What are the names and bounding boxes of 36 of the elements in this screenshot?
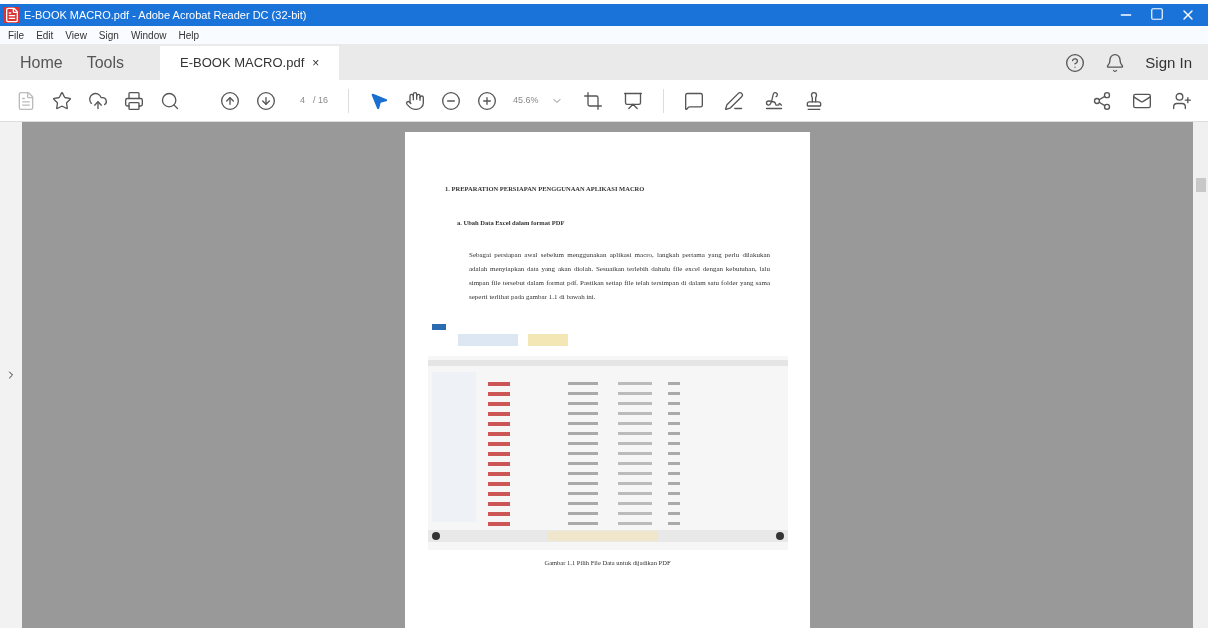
signature-icon[interactable]	[763, 90, 784, 111]
user-add-icon[interactable]	[1172, 90, 1192, 111]
menu-item[interactable]: Window	[130, 27, 167, 43]
app-icon	[4, 7, 20, 23]
bell-icon[interactable]	[1105, 53, 1126, 73]
crop-icon[interactable]	[582, 90, 603, 111]
scroll-thumb[interactable]	[1195, 178, 1206, 192]
zoom-dropdown[interactable]: 45.6%	[513, 93, 563, 108]
zoom-in-icon[interactable]	[477, 90, 498, 111]
nav-tab[interactable]: Home	[8, 46, 75, 80]
maximize-icon[interactable]	[1150, 7, 1164, 21]
sign-in-button[interactable]: Sign In	[1145, 51, 1192, 75]
share-icon[interactable]	[1092, 90, 1112, 111]
presentation-icon[interactable]	[622, 90, 643, 111]
zoom-out-icon[interactable]	[441, 90, 462, 111]
comment-icon[interactable]	[683, 90, 704, 111]
help-icon[interactable]	[1065, 53, 1086, 73]
tab-close[interactable]: ×	[312, 54, 320, 72]
menu-item[interactable]: Help	[178, 27, 200, 43]
menu-item[interactable]: View	[65, 27, 87, 43]
menu-item[interactable]: Sign	[98, 27, 119, 43]
pen-icon[interactable]	[723, 90, 744, 111]
search-icon[interactable]	[160, 90, 180, 111]
previous-page-icon[interactable]	[220, 90, 240, 111]
nav-tab[interactable]: Tools	[74, 46, 137, 80]
menu-item[interactable]: File	[8, 27, 25, 43]
cloud-upload-icon[interactable]	[88, 90, 108, 111]
print-icon[interactable]	[124, 90, 144, 111]
page-total: / 16	[313, 93, 329, 107]
next-page-icon[interactable]	[256, 90, 276, 111]
menu-item[interactable]: Edit	[36, 27, 54, 43]
document-tab[interactable]: E-BOOK MACRO.pdf ×	[160, 46, 340, 80]
page-number-field[interactable]: 4	[296, 93, 309, 108]
star-icon[interactable]	[52, 90, 72, 111]
hand-icon[interactable]	[405, 90, 426, 111]
window-title: E-BOOK MACRO.pdf - Adobe Acrobat Reader DC (32-bit)	[24, 7, 307, 23]
